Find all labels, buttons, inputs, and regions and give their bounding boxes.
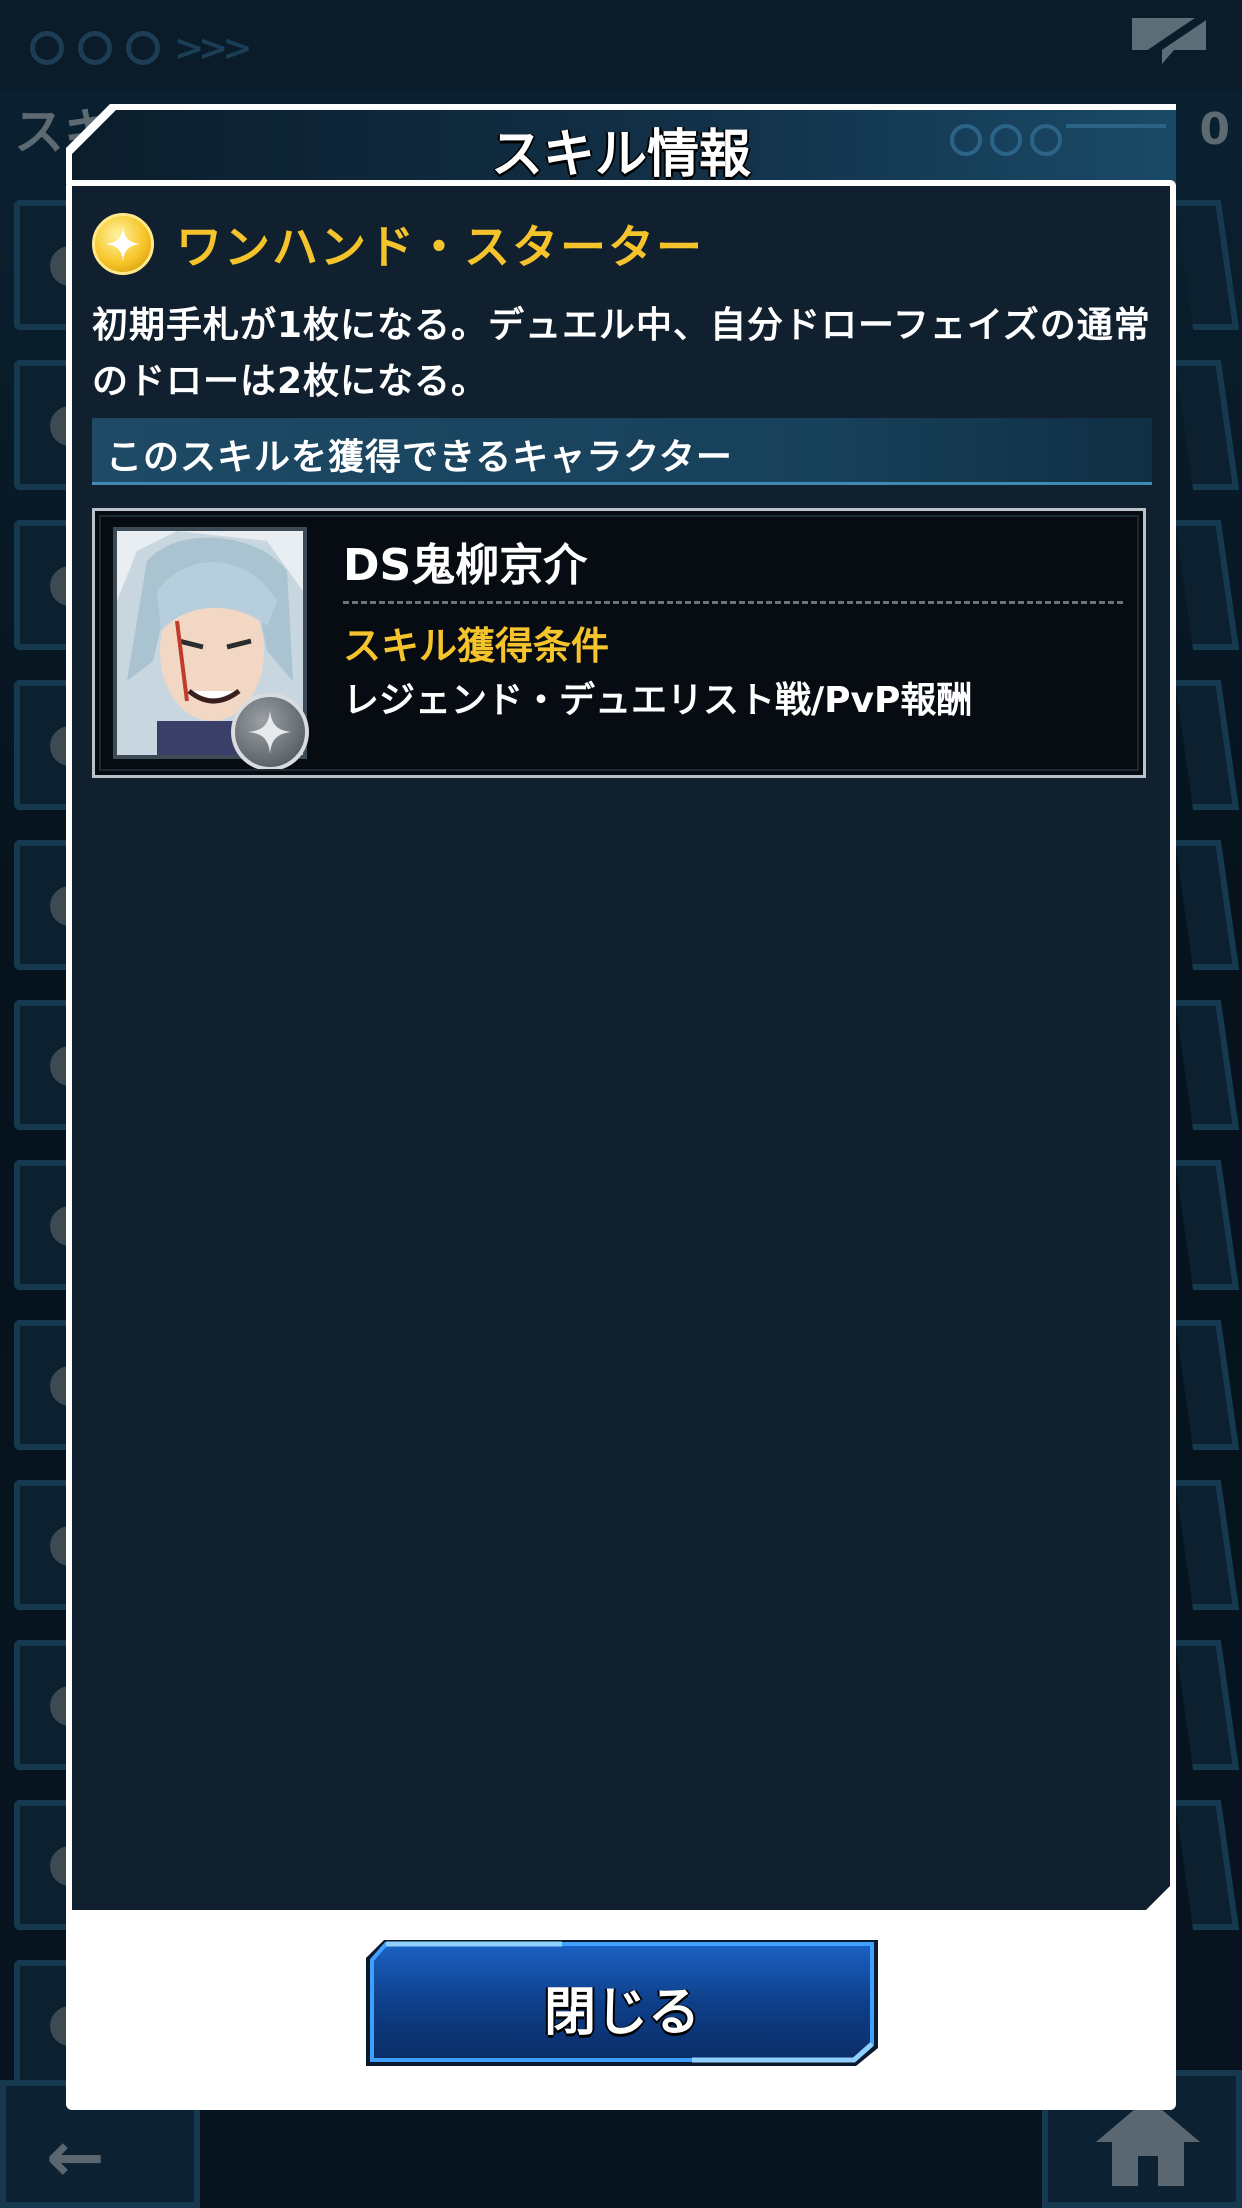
section-label: このスキルを獲得できるキャラクター [106, 437, 733, 478]
character-card[interactable]: DS鬼柳京介 スキル獲得条件 レジェンド・デュエリスト戦/PvP報酬 [92, 508, 1146, 778]
chat-disabled-icon[interactable] [1124, 10, 1214, 70]
decor-circuit: >>> [30, 28, 252, 69]
star-icon [92, 213, 154, 275]
dialog-content: ワンハンド・スターター 初期手札が1枚になる。デュエル中、自分ドローフェイズの通… [72, 186, 1170, 1910]
silver-star-icon [231, 693, 309, 771]
close-button[interactable]: 閉じる [362, 1936, 882, 2070]
character-name: DS鬼柳京介 [343, 540, 588, 591]
close-button-label: 閉じる [543, 1983, 700, 2043]
section-header: このスキルを獲得できるキャラクター [92, 418, 1152, 485]
back-arrow-icon: ← [46, 2116, 105, 2198]
background-top-bar: >>> [0, 0, 1242, 90]
acquisition-condition-value: レジェンド・デュエリスト戦/PvP報酬 [343, 680, 973, 721]
skill-name: ワンハンド・スターター [176, 220, 704, 274]
dialog-title: スキル情報 [490, 125, 751, 185]
skill-description: 初期手札が1枚になる。デュエル中、自分ドローフェイズの通常のドローは2枚になる。 [92, 305, 1151, 402]
background-count: 0 [1199, 104, 1230, 155]
acquisition-condition-label: スキル獲得条件 [343, 624, 610, 668]
skill-info-dialog: スキル情報 ワンハンド・スターター 初期手札が1枚になる。デュエル中、自分ドロー… [66, 104, 1176, 2110]
divider [343, 601, 1123, 604]
dialog-header: スキル情報 [66, 104, 1176, 185]
skill-heading: ワンハンド・スターター [92, 212, 704, 276]
